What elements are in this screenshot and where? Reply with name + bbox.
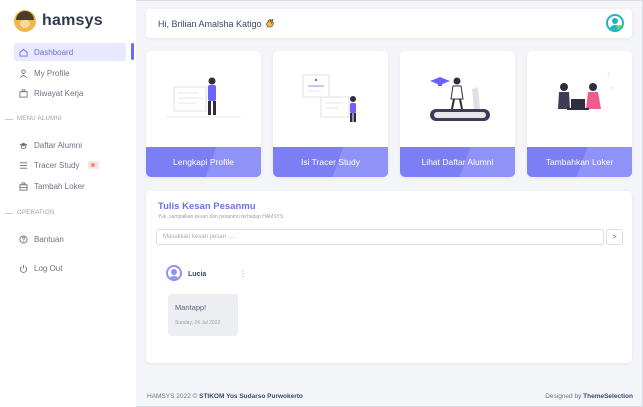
- svg-text:?: ?: [607, 72, 610, 79]
- footer-org-link[interactable]: STIKOM Yos Sudarso Purwokerto: [199, 393, 303, 400]
- sidebar-item-dashboard[interactable]: Dashboard: [14, 43, 126, 61]
- section-label-text: MENU ALUMNI: [17, 116, 62, 122]
- brand-name: hamsys: [42, 12, 103, 29]
- comment-date: Sunday, 24 Jul 2022: [175, 320, 221, 326]
- card-label-text: Lihat Daftar Alumni: [421, 157, 494, 167]
- send-button[interactable]: >: [606, 229, 623, 245]
- alumni-illustration-icon: [400, 51, 515, 147]
- briefcase-icon: [19, 88, 28, 98]
- notification-badge: [87, 161, 99, 169]
- help-icon: [19, 234, 28, 244]
- sidebar-item-label: Dashboard: [34, 47, 74, 57]
- card-label-text: Lengkapi Profile: [173, 157, 234, 167]
- list-icon: [19, 161, 28, 170]
- top-navbar: Hi, Brilian Amalsha Katigo: [146, 9, 632, 38]
- sidebar-item-label: Daftar Alumni: [34, 140, 83, 150]
- sidebar-item-label: Bantuan: [34, 234, 64, 244]
- card-tambahkan-loker[interactable]: ? ? Tambahkan Loker: [527, 51, 632, 177]
- sidebar-item-riwayat-kerja[interactable]: Riwayat Kerja: [14, 84, 126, 102]
- more-options-icon[interactable]: [241, 269, 245, 280]
- sidebar-item-tambah-loker[interactable]: Tambah Loker: [14, 177, 126, 195]
- comment-message: Mantapp!: [175, 303, 207, 312]
- sidebar-item-label: Riwayat Kerja: [34, 88, 84, 98]
- sidebar-item-label: Tracer Study: [34, 160, 80, 170]
- brand[interactable]: hamsys: [14, 8, 103, 34]
- section-label-operation: OPERATION: [5, 210, 55, 216]
- sidebar-item-log-out[interactable]: Log Out: [14, 259, 126, 277]
- tracer-study-illustration-icon: [273, 51, 388, 147]
- footer-credit-prefix: Designed by: [545, 393, 582, 400]
- card-label-text: Isi Tracer Study: [300, 157, 361, 167]
- svg-text:?: ?: [611, 87, 614, 93]
- card-label-text: Tambahkan Loker: [545, 157, 614, 167]
- greeting-text: Hi, Brilian Amalsha Katigo: [158, 18, 262, 29]
- sidebar-item-label: Tambah Loker: [34, 181, 85, 191]
- footer-credit: Designed by ThemeSelection: [545, 393, 633, 400]
- footer-brand-link[interactable]: ThemeSelection: [583, 393, 633, 400]
- section-divider: [5, 212, 13, 214]
- wave-hand-icon: [265, 18, 275, 30]
- footer-copyright-prefix: HAMSYS 2022 ©: [147, 393, 198, 400]
- kesan-input[interactable]: Masukkan kesan pesan .....: [156, 229, 604, 245]
- section-label-alumni: MENU ALUMNI: [5, 116, 62, 122]
- card-label: Tambahkan Loker: [527, 147, 632, 177]
- user-avatar[interactable]: [606, 14, 624, 32]
- card-label: Lengkapi Profile: [146, 147, 261, 177]
- sidebar-item-tracer-study[interactable]: Tracer Study: [14, 156, 126, 174]
- kesan-subtitle: Yuk, sampaikan kesan dan pesanmu terhada…: [158, 214, 284, 220]
- sidebar-item-label: My Profile: [34, 68, 70, 78]
- comment-bubble: Mantapp! Sunday, 24 Jul 2022: [168, 294, 238, 336]
- sidebar-item-label: Log Out: [34, 263, 63, 273]
- sidebar-item-bantuan[interactable]: Bantuan: [14, 230, 126, 248]
- profile-illustration-icon: [146, 51, 261, 147]
- user-icon: [19, 68, 28, 78]
- section-divider: [5, 118, 13, 120]
- chevron-right-icon: >: [612, 233, 617, 241]
- briefcase-plus-icon: [19, 181, 28, 191]
- card-label: Lihat Daftar Alumni: [400, 147, 515, 177]
- graduation-cap-icon: [19, 141, 28, 150]
- section-label-text: OPERATION: [17, 210, 55, 216]
- online-status-dot: [617, 25, 622, 30]
- sidebar: hamsys Dashboard My Profile Riwayat Kerj…: [0, 0, 136, 407]
- home-icon: [19, 48, 28, 57]
- active-indicator: [131, 43, 134, 60]
- comment-author: Lucia: [188, 271, 207, 278]
- card-lengkapi-profile[interactable]: Lengkapi Profile: [146, 51, 261, 177]
- power-icon: [19, 264, 28, 273]
- card-label: Isi Tracer Study: [273, 147, 388, 177]
- comment-avatar: [166, 265, 182, 281]
- sidebar-item-daftar-alumni[interactable]: Daftar Alumni: [14, 136, 126, 154]
- kesan-panel: Tulis Kesan Pesanmu Yuk, sampaikan kesan…: [146, 191, 632, 363]
- footer-copyright: HAMSYS 2022 © STIKOM Yos Sudarso Purwoke…: [147, 393, 303, 400]
- kesan-title: Tulis Kesan Pesanmu: [158, 201, 256, 212]
- loker-illustration-icon: ? ?: [527, 51, 632, 147]
- sidebar-item-my-profile[interactable]: My Profile: [14, 64, 126, 82]
- card-lihat-daftar-alumni[interactable]: Lihat Daftar Alumni: [400, 51, 515, 177]
- card-isi-tracer-study[interactable]: Isi Tracer Study: [273, 51, 388, 177]
- brand-logo-icon: [14, 10, 36, 32]
